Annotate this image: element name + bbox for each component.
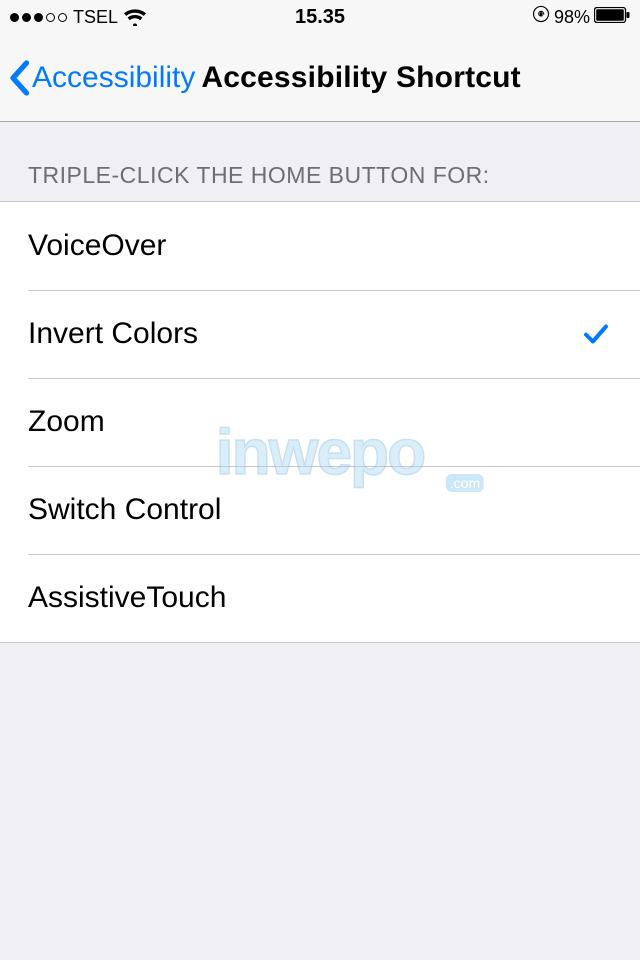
page-title: Accessibility Shortcut — [201, 61, 521, 95]
back-label: Accessibility — [32, 61, 195, 95]
option-switch-control[interactable]: Switch Control — [0, 466, 640, 554]
option-label: Invert Colors — [28, 317, 580, 351]
battery-icon — [594, 6, 630, 29]
wifi-icon — [124, 8, 146, 26]
option-label: VoiceOver — [28, 229, 612, 263]
option-label: Zoom — [28, 405, 612, 439]
checkmark-icon — [580, 319, 612, 349]
signal-strength-icon — [10, 13, 67, 22]
option-zoom[interactable]: Zoom — [0, 378, 640, 466]
option-label: Switch Control — [28, 493, 612, 527]
carrier-label: TSEL — [73, 7, 118, 28]
section-header: TRIPLE-CLICK THE HOME BUTTON FOR: — [0, 122, 640, 201]
chevron-left-icon — [8, 60, 30, 96]
option-label: AssistiveTouch — [28, 581, 612, 615]
status-time: 15.35 — [295, 6, 345, 29]
option-assistivetouch[interactable]: AssistiveTouch — [0, 554, 640, 642]
option-voiceover[interactable]: VoiceOver — [0, 202, 640, 290]
battery-percent: 98% — [554, 7, 590, 28]
status-left: TSEL — [10, 7, 146, 28]
status-right: 98% — [532, 5, 630, 29]
nav-bar: Accessibility Accessibility Shortcut — [0, 34, 640, 122]
status-bar: TSEL 15.35 98% — [0, 0, 640, 34]
rotation-lock-icon — [532, 5, 550, 29]
back-button[interactable]: Accessibility — [8, 60, 195, 96]
options-list: VoiceOver Invert Colors Zoom Switch Cont… — [0, 201, 640, 643]
option-invert-colors[interactable]: Invert Colors — [0, 290, 640, 378]
